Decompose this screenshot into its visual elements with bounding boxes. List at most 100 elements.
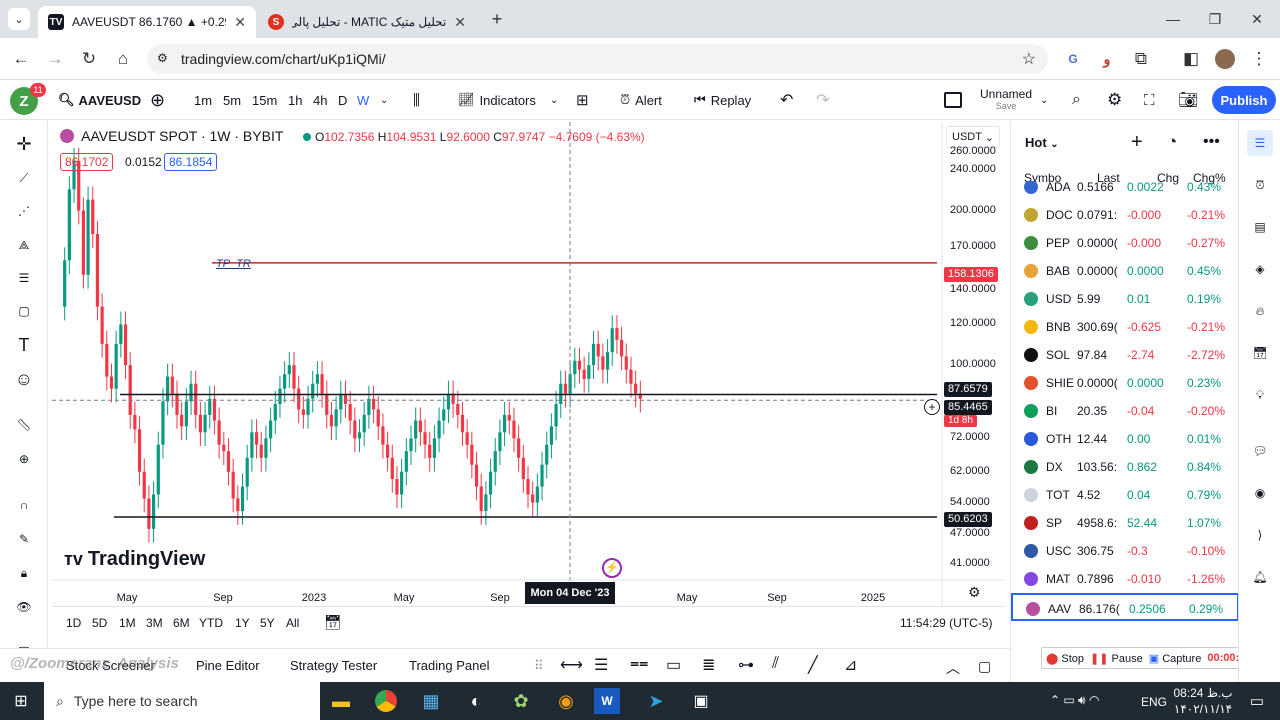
fan-icon[interactable]: ⊿ xyxy=(844,655,857,675)
range-1m[interactable]: 1M xyxy=(119,616,136,630)
extension-icon[interactable]: و xyxy=(1094,46,1120,72)
undo-icon[interactable]: ↶ xyxy=(780,80,793,120)
lightning-icon[interactable]: ⚡ xyxy=(602,558,622,578)
add-plus-icon[interactable]: + xyxy=(924,399,940,415)
watchlist-row[interactable]: OTH 12.44 0.00 0.01% xyxy=(1011,425,1239,453)
watchlist-title[interactable]: Hot ⌄ xyxy=(1025,135,1059,150)
ray-icon[interactable]: ⊶ xyxy=(738,655,754,675)
hotlists-fire-icon[interactable]: 🔥︎ xyxy=(1247,298,1273,324)
range-3m[interactable]: 3M xyxy=(146,616,163,630)
bookmark-star-icon[interactable]: ☆ xyxy=(1022,49,1036,69)
interval-d[interactable]: D xyxy=(338,80,347,120)
close-window-icon[interactable]: ✕ xyxy=(1234,0,1280,38)
redo-icon[interactable]: ↷ xyxy=(816,80,829,120)
object-tree-icon[interactable]: ◈ xyxy=(1247,256,1273,282)
address-bar[interactable]: ⚙ tradingview.com/chart/uKp1iQMi/ ☆ xyxy=(147,44,1048,74)
calculator-icon[interactable]: ▦ xyxy=(414,686,448,716)
interval-dropdown-icon[interactable]: ⌄ xyxy=(380,80,388,120)
add-symbol-icon[interactable]: + xyxy=(1131,131,1143,154)
translate-icon[interactable]: G xyxy=(1060,46,1086,72)
watchlist-row[interactable]: TOT 4.52 0.04 0.79% xyxy=(1011,481,1239,509)
system-clock[interactable]: 08:24 ب.ظ ۱۴۰۲/۱۱/۱۴ xyxy=(1172,685,1234,717)
close-tab-icon[interactable]: ✕ xyxy=(454,14,466,31)
layout-name-button[interactable]: Unnamed Save xyxy=(976,87,1036,111)
collapse-panel-icon[interactable]: ︿ xyxy=(946,658,960,678)
watchlist-row[interactable]: SP 4958.6: 52.44 1.07% xyxy=(1011,509,1239,537)
watchlist-row[interactable]: SOL 97.84 -2.74 -2.72% xyxy=(1011,341,1239,369)
sell-price-box[interactable]: 86.1702 xyxy=(60,153,114,171)
go-to-date-icon[interactable]: 📅︎ xyxy=(324,614,342,631)
layout-checkbox[interactable] xyxy=(944,80,962,120)
watchlist-row[interactable]: BNB 300.69(-0.625 -0.21% xyxy=(1011,313,1239,341)
range-5d[interactable]: 5D xyxy=(92,616,107,630)
forward-icon[interactable]: → xyxy=(42,46,68,72)
quick-search-icon[interactable]: ⌕ xyxy=(1072,80,1081,120)
file-explorer-icon[interactable]: ▬ xyxy=(324,686,358,716)
watchlist-row[interactable]: AAV 86.176(0.2506 0.29% xyxy=(1011,593,1239,621)
media-player-icon[interactable]: ▣ xyxy=(684,686,718,716)
pitchfork-icon[interactable]: ⫽ xyxy=(772,655,779,673)
network-app-icon[interactable]: ✿ xyxy=(504,686,538,716)
interval-15m[interactable]: 15m xyxy=(252,80,277,120)
stay-in-drawing-mode-icon[interactable]: ✎ xyxy=(10,525,38,553)
maximize-panel-icon[interactable]: ▢ xyxy=(978,658,991,675)
restore-icon[interactable]: ❐ xyxy=(1192,0,1238,38)
watchlist-row[interactable]: BI 20.35 -0.04 -0.20% xyxy=(1011,397,1239,425)
crosshair-icon[interactable]: ✛ xyxy=(10,130,38,158)
pine-script-icon[interactable]: ⟩ xyxy=(1247,522,1273,548)
zoom-in-icon[interactable]: ⊕ xyxy=(10,445,38,473)
app-icon[interactable]: ◐ xyxy=(459,686,493,716)
calendar-icon[interactable]: 📅︎ xyxy=(1247,340,1273,366)
lock-icon[interactable]: 🔒︎ xyxy=(10,559,38,587)
sidebar-icon[interactable]: ◧ xyxy=(1178,46,1204,72)
magnet-icon[interactable]: ∩ xyxy=(10,491,38,519)
fib-retracement-icon[interactable]: ⋰ xyxy=(10,197,38,225)
chrome-icon[interactable] xyxy=(369,686,403,716)
publish-button[interactable]: Publish xyxy=(1212,86,1276,114)
chat-icon[interactable]: 💬︎ xyxy=(1247,438,1273,464)
more-icon[interactable]: ••• xyxy=(1203,133,1220,151)
range-6m[interactable]: 6M xyxy=(173,616,190,630)
interval-1m[interactable]: 1m xyxy=(194,80,212,120)
close-tab-icon[interactable]: ✕ xyxy=(234,14,246,31)
geometric-shapes-icon[interactable]: ▢ xyxy=(10,297,38,325)
watchlist-row[interactable]: DX 103.56: 0.862 0.84% xyxy=(1011,453,1239,481)
settings-gear-icon[interactable]: ⚙ xyxy=(1107,80,1122,120)
snapshot-camera-icon[interactable]: 📷︎ xyxy=(1178,80,1198,120)
clock-timezone[interactable]: 11:54:29 (UTC-5) xyxy=(900,616,992,630)
compare-symbol-button[interactable]: ⊕ xyxy=(150,80,165,120)
alert-button[interactable]: ⏰︎ Alert xyxy=(620,80,662,120)
ideas-lightbulb-icon[interactable]: 💡︎ xyxy=(1247,382,1273,408)
reload-icon[interactable]: ↻ xyxy=(76,46,102,72)
watchlist-row[interactable]: USC 306.75 -0.3 -0.10% xyxy=(1011,537,1239,565)
watchlist-row[interactable]: ADA 0.5166 0.0022 0.43% xyxy=(1011,181,1239,201)
replay-button[interactable]: ⏮︎ Replay xyxy=(694,80,751,120)
chevron-down-icon[interactable]: ⌄ xyxy=(1040,80,1048,120)
minimize-icon[interactable]: — xyxy=(1150,0,1196,38)
indicators-button[interactable]: 📈︎ Indicators ⌄ xyxy=(458,80,558,120)
watchlist-row[interactable]: USD 5.99 0.01 0.19% xyxy=(1011,285,1239,313)
tab-strategy-tester[interactable]: Strategy Tester xyxy=(290,658,377,673)
windows-start-icon[interactable]: ⊞ xyxy=(4,686,38,716)
watchlist-row[interactable]: SHIE 0.0000(0.0000 0.23% xyxy=(1011,369,1239,397)
range-ytd[interactable]: YTD xyxy=(199,616,223,630)
trend-line-icon[interactable]: ⟋ xyxy=(10,164,38,192)
ruler-icon[interactable]: 📏︎ xyxy=(10,411,38,439)
browser-tab-active[interactable]: TV AAVEUSDT 86.1760 ▲ +0.29% U ✕ xyxy=(38,6,256,38)
watchlist-row[interactable]: DOC 0.0791: -0.000 -0.21% xyxy=(1011,201,1239,229)
action-center-icon[interactable]: ▭ xyxy=(1240,686,1274,716)
interval-5m[interactable]: 5m xyxy=(223,80,241,120)
parallel-channel-icon[interactable]: ⩵ xyxy=(630,655,648,673)
interval-1h[interactable]: 1h xyxy=(288,80,302,120)
extensions-puzzle-icon[interactable]: ⧉ xyxy=(1128,46,1154,72)
tp-annotation[interactable]: TP_TR xyxy=(216,258,251,270)
interval-w[interactable]: W xyxy=(357,80,369,120)
range-all[interactable]: All xyxy=(286,616,299,630)
profile-avatar[interactable] xyxy=(1212,46,1238,72)
site-info-icon[interactable]: ⚙ xyxy=(157,51,168,65)
drag-handle-icon[interactable]: ⠿ xyxy=(534,658,544,674)
telegram-icon[interactable]: ➤ xyxy=(639,686,673,716)
hide-drawings-eye-icon[interactable]: 👁︎ xyxy=(10,593,38,621)
back-icon[interactable]: ← xyxy=(8,46,34,72)
word-icon[interactable]: W xyxy=(594,688,620,714)
